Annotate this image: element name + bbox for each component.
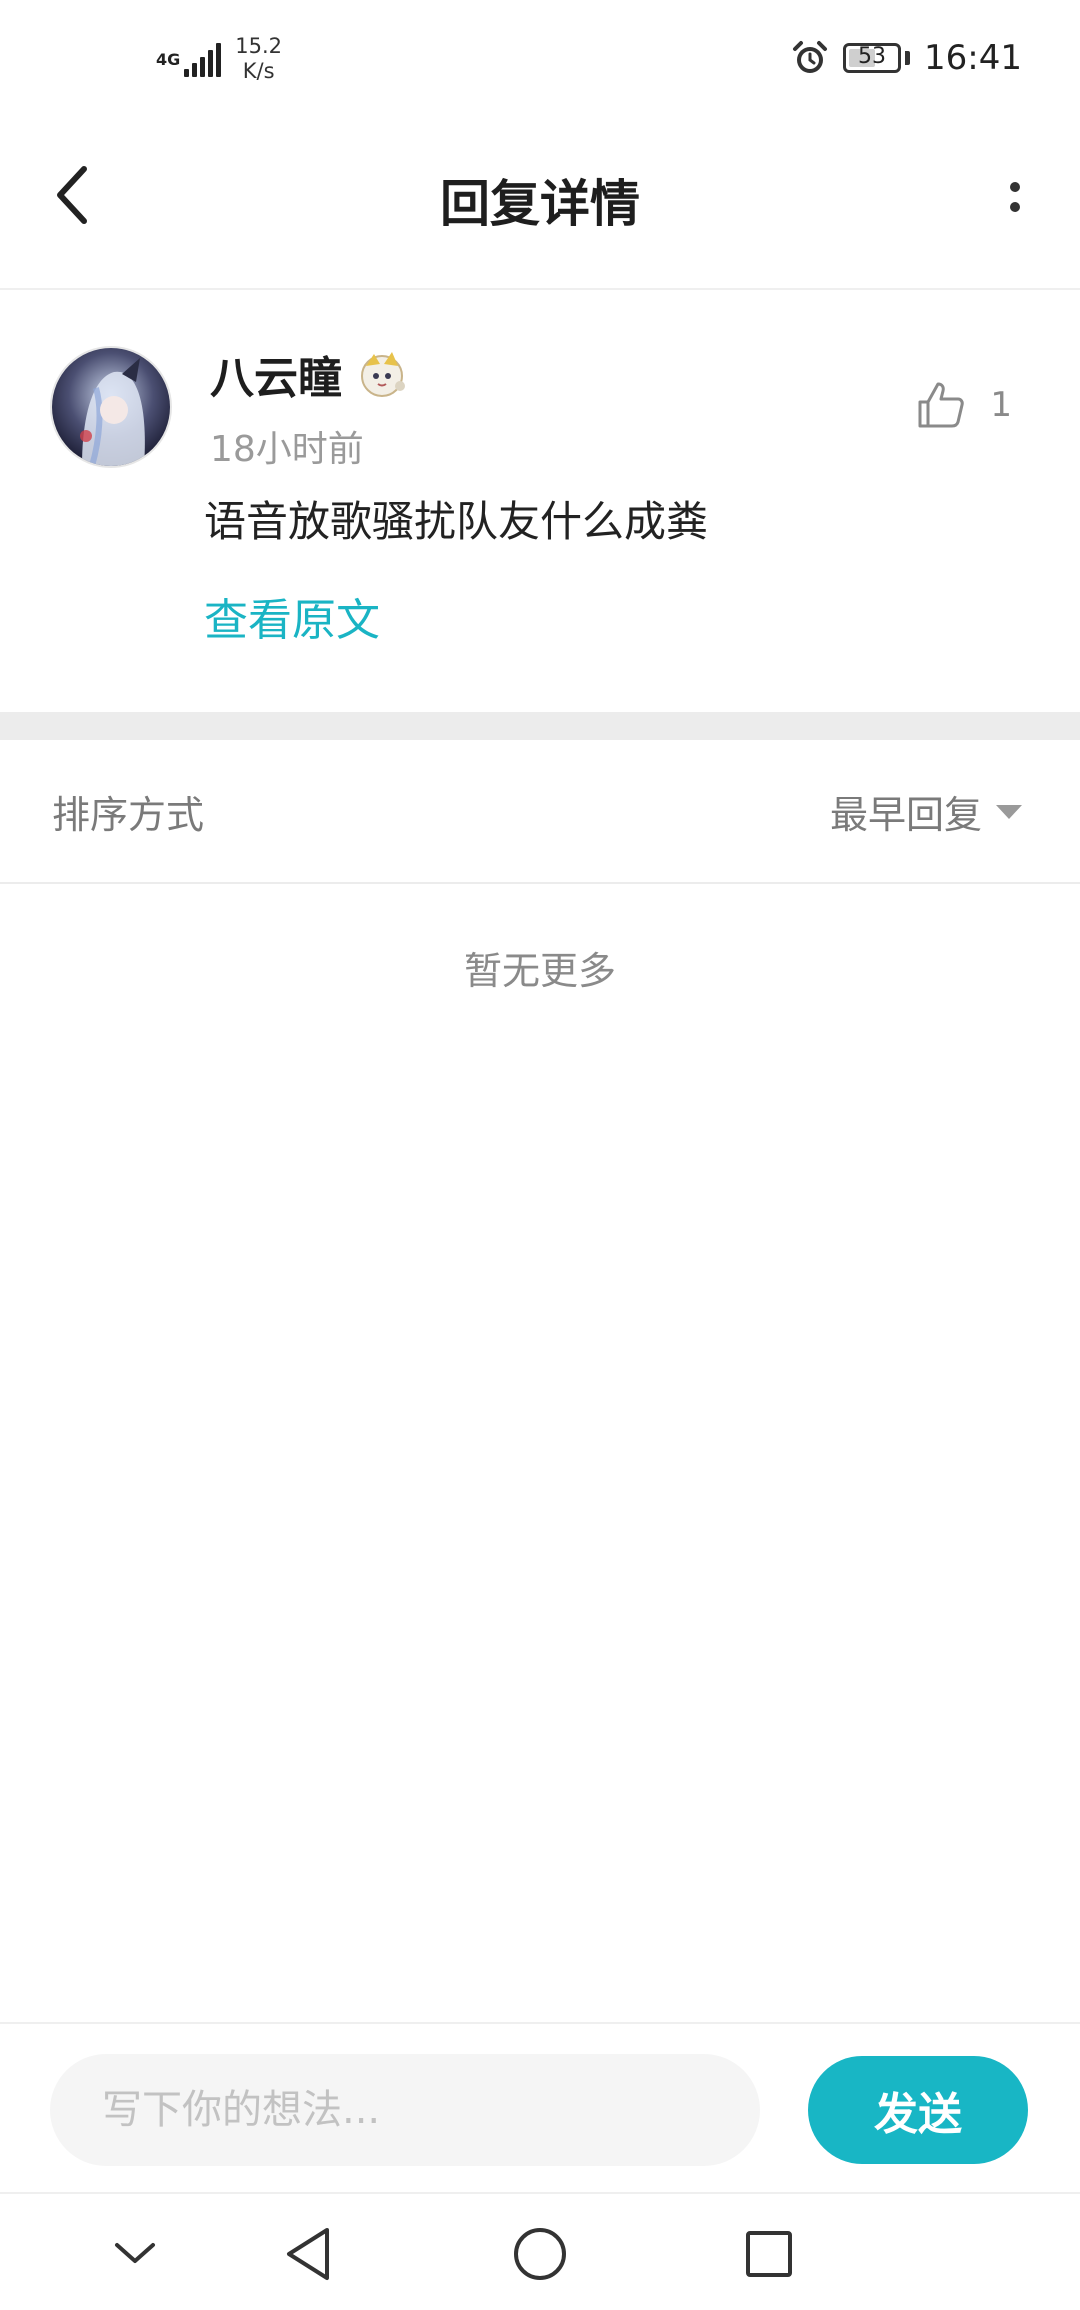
page-title: 回复详情 [440,175,640,233]
status-time: 16:41 [924,38,1022,78]
chevron-down-icon [996,804,1022,819]
badge-icon [361,352,405,397]
alarm-icon [793,41,828,73]
avatar-image [52,348,170,466]
nav-back-icon [287,2228,329,2280]
battery-level: 53 [858,44,887,69]
comment-bar: 发送 [0,2022,1080,2192]
nav-home-icon [514,2228,566,2280]
network-speed: 15.2 K/s [235,34,282,84]
reply-timestamp: 18小时前 [210,429,364,470]
username[interactable]: 八云瞳 [210,342,342,406]
network-speed-value: 15.2 [235,34,283,58]
like-count: 1 [990,385,1012,425]
network-type: 4G [156,49,181,69]
reply-card: 八云瞳 18小时前 1 语音放歌骚扰队友什么成粪 查看原文 [0,292,1080,712]
sort-row: 排序方式 最早回复 [0,740,1080,884]
system-nav-bar [0,2192,1080,2310]
sort-value: 最早回复 [829,793,982,837]
avatar[interactable] [50,346,172,468]
username-row: 八云瞳 [210,342,410,406]
view-original-link[interactable]: 查看原文 [204,584,380,648]
signal-icon [184,41,222,77]
sort-dropdown[interactable]: 最早回复 [830,784,1022,839]
nav-recents-button[interactable] [729,2214,809,2294]
network-speed-unit: K/s [242,59,275,83]
comment-input[interactable] [50,2054,760,2166]
app-header: 回复详情 [0,120,1080,290]
battery-cap [905,51,911,65]
nav-back-button[interactable] [268,2214,348,2294]
nav-home-button[interactable] [500,2214,580,2294]
nav-down-button[interactable] [95,2214,175,2294]
reply-text: 语音放歌骚扰队友什么成粪 [204,497,709,546]
network-status: 4G 15.2 K/s [156,34,282,84]
empty-state-text: 暂无更多 [463,949,616,993]
system-status: 53 16:41 [791,38,1022,78]
sort-label: 排序方式 [52,793,205,837]
nav-down-icon [115,2243,155,2263]
status-bar: 4G 15.2 K/s 53 16:41 [0,0,1080,120]
thumbs-up-icon [918,382,965,428]
like-button[interactable]: 1 [914,378,1012,432]
more-vertical-icon[interactable] [990,172,1040,222]
nav-recents-icon [746,2231,792,2277]
section-divider [0,712,1080,740]
send-button[interactable]: 发送 [808,2056,1028,2164]
battery-icon: 53 [843,43,902,73]
